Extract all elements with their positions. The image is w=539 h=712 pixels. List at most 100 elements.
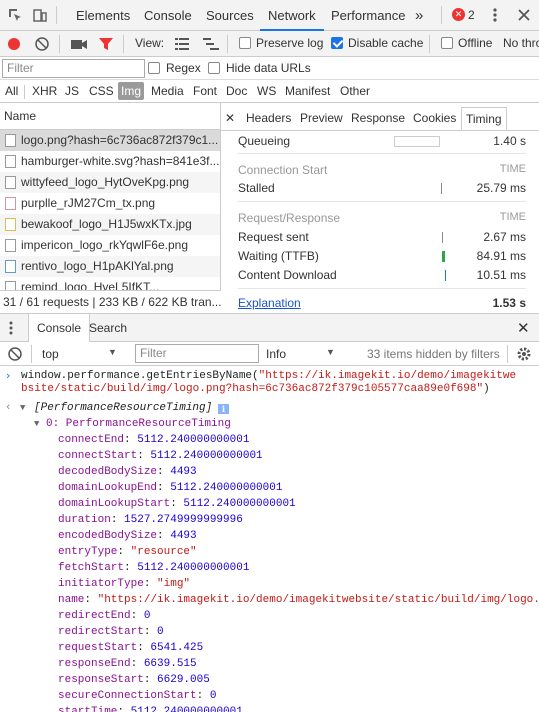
type-font[interactable]: Font	[193, 84, 217, 98]
preserve-log-label: Preserve log	[256, 36, 324, 50]
image-file-icon	[5, 260, 16, 273]
type-manifest[interactable]: Manifest	[285, 84, 330, 98]
more-tabs-button[interactable]: »	[415, 0, 423, 31]
type-css[interactable]: CSS	[89, 84, 114, 98]
property-key: startTime	[58, 706, 118, 712]
request-row[interactable]: impericon_logo_rkYqwlF6e.png	[0, 235, 220, 256]
request-row[interactable]: wittyfeed_logo_HytOveKpg.png	[0, 172, 220, 193]
property-row: connectStart: 5112.240000000001	[58, 448, 263, 464]
close-devtools-icon[interactable]	[516, 7, 532, 23]
timing-total-row: Explanation 1.53 s	[238, 296, 526, 310]
property-row: connectEnd: 5112.240000000001	[58, 432, 249, 448]
timing-value: 10.51 ms	[476, 268, 526, 282]
error-count[interactable]: 2	[468, 8, 475, 22]
section-divider	[238, 153, 526, 154]
property-row: requestStart: 6541.425	[58, 640, 203, 656]
console-settings-gear-icon[interactable]	[516, 346, 532, 365]
throttling-select[interactable]: No thro	[503, 36, 539, 50]
close-drawer-icon[interactable]: ✕	[517, 319, 530, 337]
drawer-tab-console[interactable]: Console	[28, 314, 91, 342]
timing-row-request-sent: Request sent 2.67 ms	[238, 230, 526, 244]
preserve-log-checkbox[interactable]	[239, 37, 251, 49]
timing-label: Queueing	[238, 134, 291, 148]
drawer-menu-icon[interactable]	[8, 320, 14, 339]
log-level-select[interactable]: Info	[266, 347, 286, 361]
request-name: impericon_logo_rkYqwlF6e.png	[21, 238, 188, 252]
type-ws[interactable]: WS	[257, 84, 276, 98]
regex-checkbox[interactable]	[148, 62, 160, 74]
tab-sources[interactable]: Sources	[206, 0, 254, 31]
close-detail-button[interactable]: ✕	[225, 111, 235, 125]
type-js[interactable]: JS	[65, 84, 79, 98]
expand-triangle-icon[interactable]: ▼	[34, 416, 39, 432]
property-row: redirectEnd: 0	[58, 608, 150, 624]
clear-icon[interactable]	[34, 36, 50, 55]
regex-label: Regex	[166, 61, 201, 75]
hide-data-urls-checkbox[interactable]	[208, 62, 220, 74]
property-key: encodedBodySize	[58, 530, 158, 542]
clear-console-icon[interactable]	[7, 346, 23, 365]
type-other[interactable]: Other	[340, 84, 370, 98]
toolbar-divider	[507, 345, 508, 363]
property-key: requestStart	[58, 642, 138, 654]
filter-icon[interactable]	[98, 36, 114, 55]
property-separator: :	[157, 530, 171, 542]
request-row[interactable]: rentivo_logo_H1pAKlYal.png	[0, 256, 220, 277]
disable-cache-checkbox[interactable]	[331, 37, 343, 49]
expand-triangle-icon[interactable]: ▼	[20, 400, 25, 416]
request-list: Name logo.png?hash=6c736ac872f379c1... h…	[0, 103, 221, 313]
large-rows-icon[interactable]	[174, 37, 190, 54]
request-name: purplle_rJM27Cm_tx.png	[21, 196, 156, 210]
tab-preview[interactable]: Preview	[300, 111, 343, 125]
drawer-tab-search[interactable]: Search	[89, 321, 127, 335]
section-title: Connection Start	[238, 163, 328, 177]
console-filter-input[interactable]: Filter	[135, 344, 259, 363]
capture-screenshots-icon[interactable]	[70, 37, 88, 54]
offline-checkbox[interactable]	[441, 37, 453, 49]
type-xhr[interactable]: XHR	[32, 84, 57, 98]
timing-row-waiting: Waiting (TTFB) 84.91 ms	[238, 249, 526, 263]
type-all[interactable]: All	[5, 84, 18, 98]
request-row[interactable]: bewakoof_logo_H1J5wxKTx.jpg	[0, 214, 220, 235]
request-sent-bar	[442, 232, 443, 243]
property-row: encodedBodySize: 4493	[58, 528, 197, 544]
property-value: 6639.515	[143, 658, 197, 670]
drawer-tab-bar: Console Search ✕	[0, 313, 539, 342]
device-toolbar-icon[interactable]	[32, 7, 48, 23]
context-select[interactable]: top	[42, 347, 59, 361]
section-divider	[238, 201, 526, 202]
type-img[interactable]: Img	[118, 82, 145, 100]
tab-timing[interactable]: Timing	[461, 107, 507, 130]
filter-input[interactable]: Filter	[2, 59, 145, 78]
property-separator: :	[110, 514, 125, 526]
explanation-link[interactable]: Explanation	[238, 296, 301, 310]
request-row[interactable]: hamburger-white.svg?hash=841e3f...	[0, 151, 220, 172]
toolbar-divider	[441, 6, 442, 24]
result-object[interactable]: 0: PerformanceResourceTiming	[46, 416, 231, 432]
request-row[interactable]: purplle_rJM27Cm_tx.png	[0, 193, 220, 214]
type-media[interactable]: Media	[151, 84, 184, 98]
offline-label: Offline	[458, 36, 493, 50]
name-column-header[interactable]: Name	[0, 103, 220, 130]
property-row: entryType: "resource"	[58, 544, 197, 560]
tab-cookies[interactable]: Cookies	[413, 111, 456, 125]
type-doc[interactable]: Doc	[226, 84, 247, 98]
error-icon[interactable]: ✕	[452, 8, 465, 21]
tab-network[interactable]: Network	[260, 0, 324, 31]
info-icon[interactable]: i	[218, 404, 229, 414]
property-row: domainLookupEnd: 5112.240000000001	[58, 480, 282, 496]
tab-headers[interactable]: Headers	[246, 111, 291, 125]
request-row[interactable]: logo.png?hash=6c736ac872f379c1...	[0, 130, 220, 151]
kebab-menu-icon[interactable]	[487, 7, 503, 23]
waterfall-view-icon[interactable]	[202, 37, 220, 54]
detail-tabs: ✕ Headers Preview Response Cookies Timin…	[221, 107, 539, 131]
chevron-down-icon: ▼	[326, 347, 335, 357]
inspect-element-icon[interactable]	[7, 7, 23, 23]
property-value: 5112.240000000001	[183, 498, 296, 510]
tab-console[interactable]: Console	[144, 0, 192, 31]
result-array[interactable]: [PerformanceResourceTiming]	[34, 400, 212, 416]
record-icon[interactable]	[6, 36, 22, 55]
tab-response[interactable]: Response	[351, 111, 405, 125]
tab-performance[interactable]: Performance	[331, 0, 405, 31]
tab-elements[interactable]: Elements	[76, 0, 130, 31]
